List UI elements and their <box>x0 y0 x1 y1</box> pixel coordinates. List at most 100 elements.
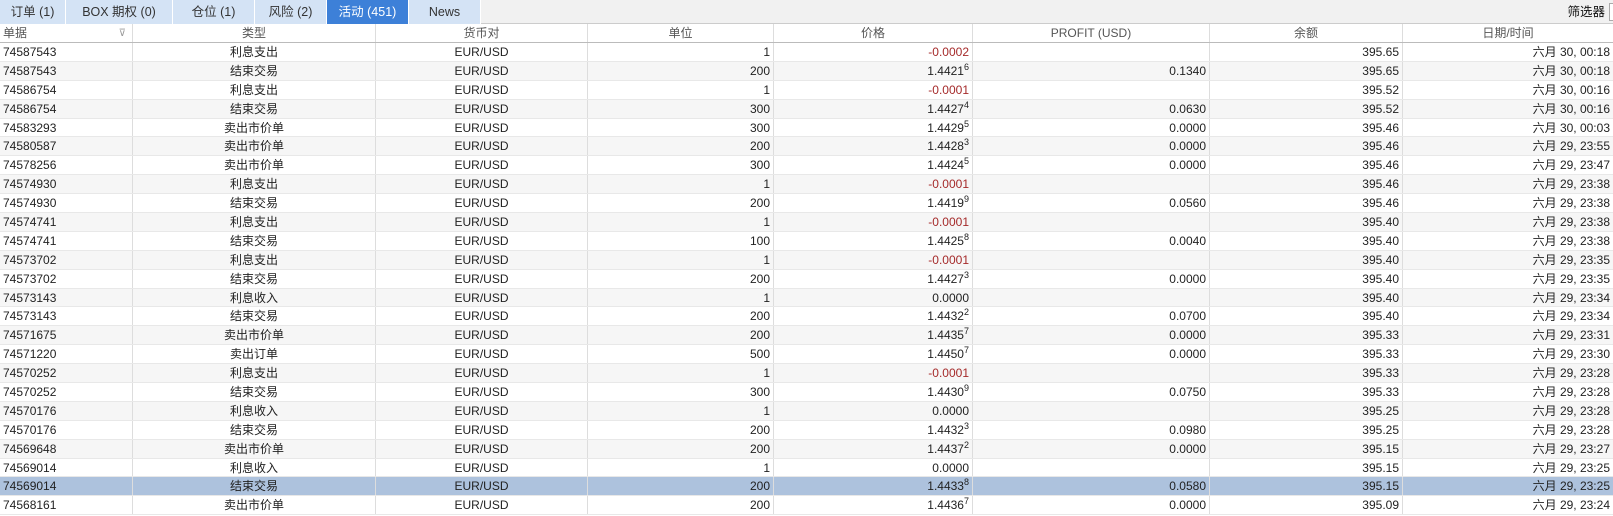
table-row[interactable]: 74570252 利息支出 EUR/USD 1 -0.0001 395.33 六月 29, … <box>0 364 1613 384</box>
price-main: 1.4432 <box>927 422 964 437</box>
table-row[interactable]: 74587543 利息支出 EUR/USD 1 -0.0002 395.65 六月 30, … <box>0 43 1613 62</box>
table-row[interactable]: 74586754 结束交易 EUR/USD 300 1.44274 0.0630 395.5… <box>0 99 1613 119</box>
table-row[interactable]: 74573702 结束交易 EUR/USD 200 1.44273 0.0000 395.4… <box>0 269 1613 289</box>
column-header-6[interactable]: 余额 <box>1210 24 1403 42</box>
cell-单据: 74578256 <box>0 156 133 175</box>
price-pip: 2 <box>963 439 969 450</box>
activity-table: 单据 ⊽ 类型 货币对 单位 价格 PROFIT (USD) 余额 日期/时间 74587543… <box>0 24 1613 516</box>
cell-日期/时间: 六月 29, 23:34 <box>1532 290 1610 305</box>
column-header-2[interactable]: 货币对 <box>376 24 588 42</box>
cell-单据: 74570176 <box>0 420 133 439</box>
cell-单位: 200 <box>588 269 774 288</box>
cell-价格: 1.44323 <box>774 420 973 439</box>
cell-单位: 500 <box>588 345 774 364</box>
column-header-1[interactable]: 类型 <box>133 24 376 42</box>
table-row[interactable]: 74569648 卖出市价单 EUR/USD 200 1.44372 0.0000 395.… <box>0 439 1613 459</box>
cell-价格: 1.44338 <box>774 477 973 496</box>
tab-5[interactable]: News <box>409 0 481 24</box>
table-row[interactable]: 74583293 卖出市价单 EUR/USD 300 1.44295 0.0000 395.… <box>0 118 1613 138</box>
column-header-3[interactable]: 单位 <box>588 24 774 42</box>
cell-余额: 395.25 <box>1210 401 1403 420</box>
cell-单据: 74569014 <box>0 458 133 477</box>
cell-PROFIT (USD) <box>973 364 1210 383</box>
tab-0[interactable]: 订单 (1) <box>0 0 66 24</box>
cell-余额: 395.15 <box>1210 458 1403 477</box>
table-row[interactable]: 74568161 卖出市价单 EUR/USD 200 1.44367 0.0000 395.… <box>0 496 1613 516</box>
price-main: 1.4429 <box>927 120 964 135</box>
table-row[interactable]: 74574930 利息支出 EUR/USD 1 -0.0001 395.46 六月 29, … <box>0 175 1613 195</box>
table-row[interactable]: 74574930 结束交易 EUR/USD 200 1.44199 0.0560 395.4… <box>0 194 1613 214</box>
cell-货币对: EUR/USD <box>376 231 588 250</box>
table-row[interactable]: 74570252 结束交易 EUR/USD 300 1.44309 0.0750 395.3… <box>0 383 1613 402</box>
cell-PROFIT (USD) <box>973 213 1210 231</box>
table-row[interactable]: 74570176 利息收入 EUR/USD 1 0.0000 395.25 六月 29, 2… <box>0 401 1613 421</box>
cell-货币对: EUR/USD <box>376 496 588 515</box>
table-row[interactable]: 74580587 卖出市价单 EUR/USD 200 1.44283 0.0000 395.… <box>0 137 1613 157</box>
price-main: 1.4437 <box>927 441 964 456</box>
tab-4[interactable]: 活动 (451) <box>327 0 409 24</box>
cell-价格: 1.44216 <box>774 61 973 80</box>
cell-余额: 395.46 <box>1210 137 1403 156</box>
price-main: -0.0001 <box>928 252 969 267</box>
cell-单位: 200 <box>588 137 774 156</box>
cell-单据: 74586754 <box>0 99 133 118</box>
cell-价格: 1.44274 <box>774 99 973 118</box>
cell-类型: 利息支出 <box>133 213 376 231</box>
table-row[interactable]: 74569014 结束交易 EUR/USD 200 1.44338 0.0580 395.1… <box>0 477 1613 497</box>
cell-PROFIT (USD) <box>973 288 1210 307</box>
cell-类型: 结束交易 <box>133 420 376 439</box>
filter-input[interactable] <box>1609 3 1613 21</box>
column-header-label: 类型 <box>241 26 266 40</box>
cell-单位: 200 <box>588 326 774 345</box>
table-row[interactable]: 74587543 结束交易 EUR/USD 200 1.44216 0.1340 395.6… <box>0 61 1613 81</box>
column-header-7[interactable]: 日期/时间 <box>1403 24 1613 42</box>
table-row[interactable]: 74573143 结束交易 EUR/USD 200 1.44322 0.0700 395.4… <box>0 307 1613 327</box>
cell-单位: 1 <box>588 175 774 194</box>
cell-单据: 74573702 <box>0 269 133 288</box>
tab-2[interactable]: 仓位 (1) <box>173 0 255 24</box>
table-row[interactable]: 74578256 卖出市价单 EUR/USD 300 1.44245 0.0000 395.… <box>0 156 1613 176</box>
table-row[interactable]: 74573702 利息支出 EUR/USD 1 -0.0001 395.40 六月 29, … <box>0 250 1613 270</box>
cell-单据: 74587543 <box>0 61 133 80</box>
filter-label[interactable]: 筛选器 <box>1567 0 1605 24</box>
cell-货币对: EUR/USD <box>376 269 588 288</box>
cell-日期/时间: 六月 29, 23:34 <box>1532 309 1610 324</box>
cell-单位: 1 <box>588 250 774 269</box>
column-header-0[interactable]: 单据 ⊽ <box>0 24 133 42</box>
cell-货币对: EUR/USD <box>376 477 588 496</box>
table-row[interactable]: 74571675 卖出市价单 EUR/USD 200 1.44357 0.0000 395.… <box>0 326 1613 346</box>
cell-单据: 74586754 <box>0 80 133 99</box>
cell-单据: 74569648 <box>0 439 133 458</box>
cell-单位: 1 <box>588 43 774 61</box>
table-row[interactable]: 74571220 卖出订单 EUR/USD 500 1.44507 0.0000 395.3… <box>0 345 1613 365</box>
price-main: 1.4425 <box>927 233 964 248</box>
cell-PROFIT (USD): 0.0000 <box>973 156 1210 175</box>
filter-funnel-icon[interactable]: ⊽ <box>119 24 126 42</box>
cell-日期/时间: 六月 29, 23:38 <box>1532 233 1610 248</box>
cell-类型: 卖出市价单 <box>133 156 376 175</box>
cell-价格: 1.44273 <box>774 269 973 288</box>
cell-单位: 300 <box>588 118 774 137</box>
table-row[interactable]: 74574741 结束交易 EUR/USD 100 1.44258 0.0040 395.4… <box>0 231 1613 251</box>
table-row[interactable]: 74570176 结束交易 EUR/USD 200 1.44323 0.0980 395.2… <box>0 420 1613 440</box>
column-header-5[interactable]: PROFIT (USD) <box>973 24 1210 42</box>
table-row[interactable]: 74573143 利息收入 EUR/USD 1 0.0000 395.40 六月 29, 2… <box>0 288 1613 308</box>
column-header-4[interactable]: 价格 <box>774 24 973 42</box>
table-row[interactable]: 74574741 利息支出 EUR/USD 1 -0.0001 395.40 六月 29, … <box>0 213 1613 232</box>
cell-日期/时间: 六月 30, 00:18 <box>1532 45 1610 59</box>
cell-日期/时间: 六月 29, 23:55 <box>1532 139 1610 154</box>
cell-日期/时间: 六月 30, 00:18 <box>1532 63 1610 78</box>
cell-货币对: EUR/USD <box>376 364 588 383</box>
cell-PROFIT (USD): 0.0700 <box>973 307 1210 326</box>
table-row[interactable]: 74586754 利息支出 EUR/USD 1 -0.0001 395.52 六月 30, … <box>0 80 1613 100</box>
cell-单位: 1 <box>588 364 774 383</box>
cell-类型: 利息支出 <box>133 43 376 61</box>
tab-3[interactable]: 风险 (2) <box>255 0 327 24</box>
cell-PROFIT (USD): 0.0000 <box>973 439 1210 458</box>
cell-PROFIT (USD): 0.0630 <box>973 99 1210 118</box>
cell-日期/时间: 六月 29, 23:31 <box>1532 328 1610 343</box>
cell-价格: 1.44283 <box>774 137 973 156</box>
table-row[interactable]: 74569014 利息收入 EUR/USD 1 0.0000 395.15 六月 29, 2… <box>0 458 1613 478</box>
cell-余额: 395.46 <box>1210 156 1403 175</box>
tab-1[interactable]: BOX 期权 (0) <box>66 0 173 24</box>
